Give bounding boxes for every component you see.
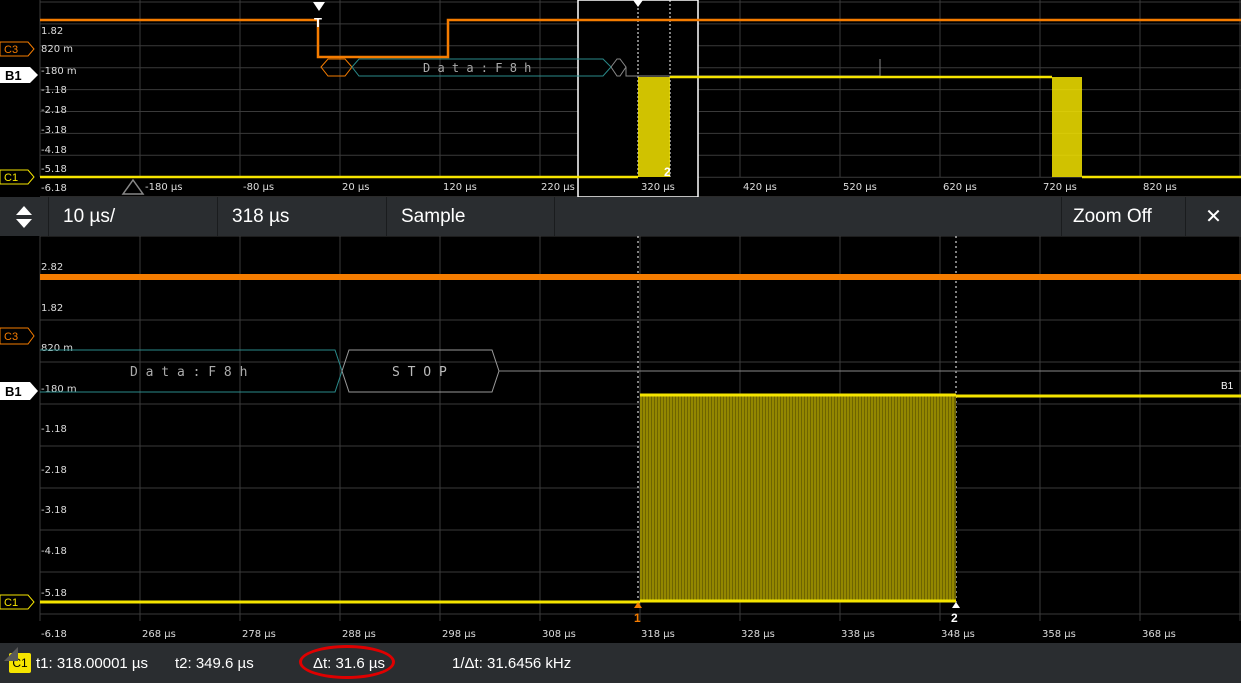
overview-x-tick-label: 520 µs bbox=[843, 182, 877, 193]
overview-y-tick-label: -3.18 bbox=[41, 125, 67, 136]
overview-y-tick-label: -4.18 bbox=[41, 145, 67, 156]
overview-c1-burst-1 bbox=[638, 77, 670, 177]
position-value: 318 µs bbox=[232, 205, 290, 227]
zoom-x-tick-label: 298 µs bbox=[442, 629, 476, 640]
overview-c3-tag-label: C3 bbox=[4, 44, 18, 56]
cursor-t1-readout: t1: 318.00001 µs bbox=[36, 655, 149, 672]
zoom-y-tick-label: -180 m bbox=[41, 384, 77, 395]
delta-t-highlight-ring bbox=[299, 645, 395, 679]
zoom-y-tick-label: -3.18 bbox=[41, 505, 67, 516]
overview-cursor-2-label: 2 bbox=[664, 165, 671, 179]
zoom-x-tick-label: 338 µs bbox=[841, 629, 875, 640]
zoom-y-tick-label: -2.18 bbox=[41, 465, 67, 476]
zoom-x-tick-label: 348 µs bbox=[941, 629, 975, 640]
zoom-off-label: Zoom Off bbox=[1073, 205, 1152, 227]
zoom-b1-right-label: B1 bbox=[1221, 381, 1234, 392]
overview-c1-tag-label: C1 bbox=[4, 172, 18, 184]
zoom-y-tick-label: -4.18 bbox=[41, 546, 67, 557]
cursor-status-bar: C1 t1: 318.00001 µs t2: 349.6 µs Δt: 31.… bbox=[0, 643, 1241, 683]
zoom-y-tick-label: 1.82 bbox=[41, 303, 63, 314]
overview-y-tick-label: -180 m bbox=[41, 66, 77, 77]
overview-x-tick-label: -180 µs bbox=[145, 182, 182, 193]
zoom-decode-data-text: D a t a : F 8 h bbox=[130, 365, 247, 380]
zoom-y-tick-label: -5.18 bbox=[41, 588, 67, 599]
zoom-waveform-display[interactable]: 2.82 1.82 820 m -180 m -1.18 -2.18 -3.18 -4.18 -… bbox=[0, 236, 1241, 643]
zoom-x-tick-label: 318 µs bbox=[641, 629, 675, 640]
position-field[interactable]: 318 µs bbox=[218, 197, 387, 236]
cursor-2-marker-icon[interactable] bbox=[952, 602, 960, 608]
zoom-y-tick-label: -6.18 bbox=[41, 629, 67, 640]
overview-x-tick-label: 220 µs bbox=[541, 182, 575, 193]
overview-c1-burst-2 bbox=[1052, 77, 1082, 177]
zoom-x-tick-label: 278 µs bbox=[242, 629, 276, 640]
overview-x-tick-label: 720 µs bbox=[1043, 182, 1077, 193]
trigger-marker-icon[interactable] bbox=[313, 2, 325, 11]
timebase-field[interactable]: 10 µs/ bbox=[49, 197, 218, 236]
zoom-y-tick-label: 820 m bbox=[41, 343, 73, 354]
acquisition-mode-value: Sample bbox=[401, 205, 466, 227]
offset-marker-icon[interactable] bbox=[121, 178, 145, 195]
zoom-x-tick-label: 268 µs bbox=[142, 629, 176, 640]
toolbar-spacer bbox=[555, 197, 1062, 236]
overview-x-tick-label: 820 µs bbox=[1143, 182, 1177, 193]
zoom-x-tick-label: 288 µs bbox=[342, 629, 376, 640]
overview-decode-text: D a t a : F 8 h bbox=[423, 61, 531, 75]
zoom-c1-tag-label: C1 bbox=[4, 597, 18, 609]
overview-y-tick-label: -5.18 bbox=[41, 164, 67, 175]
zoom-x-tick-label: 308 µs bbox=[542, 629, 576, 640]
zoom-c3-tag-label: C3 bbox=[4, 331, 18, 343]
zoom-y-tick-label: 2.82 bbox=[41, 262, 63, 273]
overview-waveform-display[interactable]: 1.82 820 m -180 m -1.18 -2.18 -3.18 -4.18 -5.18… bbox=[0, 0, 1241, 197]
trigger-label: T bbox=[314, 15, 322, 30]
overview-y-tick-label: -6.18 bbox=[41, 183, 67, 194]
overview-x-tick-label: 420 µs bbox=[743, 182, 777, 193]
up-down-arrow-icon[interactable] bbox=[0, 197, 49, 236]
zoom-b1-tag-label: B1 bbox=[5, 384, 22, 399]
zoom-x-tick-label: 328 µs bbox=[741, 629, 775, 640]
overview-x-tick-label: 320 µs bbox=[641, 182, 675, 193]
zoom-x-tick-label: 368 µs bbox=[1142, 629, 1176, 640]
overview-x-tick-label: -80 µs bbox=[243, 182, 274, 193]
zoom-off-button[interactable]: Zoom Off bbox=[1062, 197, 1186, 236]
overview-y-tick-label: 820 m bbox=[41, 44, 73, 55]
overview-x-tick-label: 620 µs bbox=[943, 182, 977, 193]
zoom-c1-burst-fill bbox=[640, 394, 956, 602]
timebase-value: 10 µs/ bbox=[63, 205, 116, 227]
inverse-delta-t-readout: 1/Δt: 31.6456 kHz bbox=[452, 655, 572, 672]
cursor-t2-readout: t2: 349.6 µs bbox=[175, 655, 254, 672]
cursor-1-label: 1 bbox=[634, 611, 641, 625]
overview-waveform-pane[interactable]: 1.82 820 m -180 m -1.18 -2.18 -3.18 -4.18 -5.18… bbox=[0, 0, 1241, 197]
overview-y-tick-label: -2.18 bbox=[41, 105, 67, 116]
zoom-decode-stop-text: S T O P bbox=[392, 365, 447, 380]
close-icon: ✕ bbox=[1205, 206, 1222, 228]
zoom-toolbar: 10 µs/ 318 µs Sample Zoom Off ✕ bbox=[0, 197, 1241, 236]
overview-b1-tag-label: B1 bbox=[5, 68, 22, 83]
zoom-c3-trace bbox=[40, 274, 1241, 280]
cursor-2-label: 2 bbox=[951, 611, 958, 625]
zoom-waveform-pane[interactable]: 2.82 1.82 820 m -180 m -1.18 -2.18 -3.18 -4.18 -… bbox=[0, 236, 1241, 643]
overview-x-tick-label: 20 µs bbox=[342, 182, 369, 193]
overview-y-tick-label: 1.82 bbox=[41, 26, 63, 37]
overview-x-tick-label: 120 µs bbox=[443, 182, 477, 193]
acquisition-mode-field[interactable]: Sample bbox=[387, 197, 555, 236]
zoom-y-tick-label: -1.18 bbox=[41, 424, 67, 435]
resize-corner-icon[interactable] bbox=[0, 643, 18, 661]
close-zoom-button[interactable]: ✕ bbox=[1186, 197, 1241, 236]
zoom-x-tick-label: 358 µs bbox=[1042, 629, 1076, 640]
overview-y-tick-label: -1.18 bbox=[41, 85, 67, 96]
